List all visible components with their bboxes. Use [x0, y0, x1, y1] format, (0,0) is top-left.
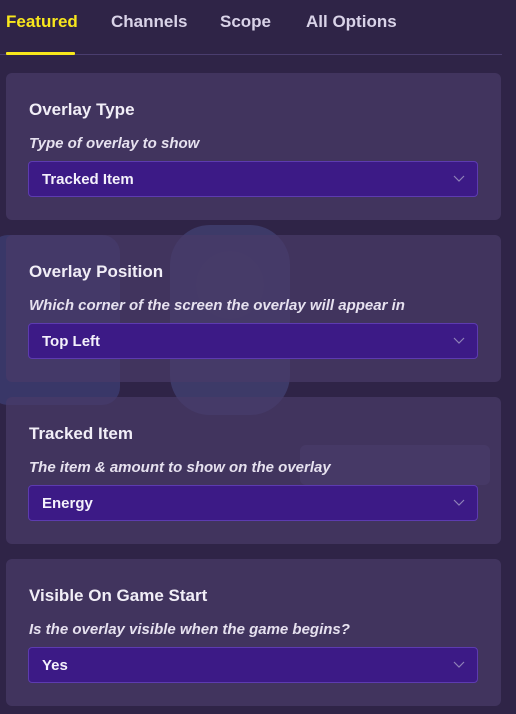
- chevron-down-icon: [453, 337, 465, 344]
- option-description: The item & amount to show on the overlay: [29, 459, 331, 476]
- option-card-overlay-position: Overlay Position Which corner of the scr…: [6, 235, 501, 382]
- option-card-visible-on-game-start: Visible On Game Start Is the overlay vis…: [6, 559, 501, 706]
- visible-on-game-start-select[interactable]: Yes: [28, 647, 478, 683]
- select-value: Energy: [42, 495, 93, 512]
- select-value: Top Left: [42, 333, 101, 350]
- select-value: Yes: [42, 657, 68, 674]
- option-title: Visible On Game Start: [29, 586, 208, 605]
- tab-channels[interactable]: Channels: [111, 12, 188, 32]
- tracked-item-select[interactable]: Energy: [28, 485, 478, 521]
- option-title: Tracked Item: [29, 424, 133, 443]
- tab-featured[interactable]: Featured: [6, 12, 78, 32]
- chevron-down-icon: [453, 175, 465, 182]
- overlay-type-select[interactable]: Tracked Item: [28, 161, 478, 197]
- option-title: Overlay Type: [29, 100, 135, 119]
- option-card-tracked-item: Tracked Item The item & amount to show o…: [6, 397, 501, 544]
- active-tab-indicator: [6, 52, 75, 55]
- tab-scope[interactable]: Scope: [220, 12, 271, 32]
- select-value: Tracked Item: [42, 171, 134, 188]
- chevron-down-icon: [453, 499, 465, 506]
- overlay-position-select[interactable]: Top Left: [28, 323, 478, 359]
- tab-all-options[interactable]: All Options: [306, 12, 397, 32]
- option-title: Overlay Position: [29, 262, 164, 281]
- option-description: Which corner of the screen the overlay w…: [29, 297, 405, 314]
- tab-bar: Featured Channels Scope All Options: [0, 0, 502, 55]
- chevron-down-icon: [453, 661, 465, 668]
- option-card-overlay-type: Overlay Type Type of overlay to show Tra…: [6, 73, 501, 220]
- option-description: Type of overlay to show: [29, 135, 200, 152]
- option-description: Is the overlay visible when the game beg…: [29, 621, 350, 638]
